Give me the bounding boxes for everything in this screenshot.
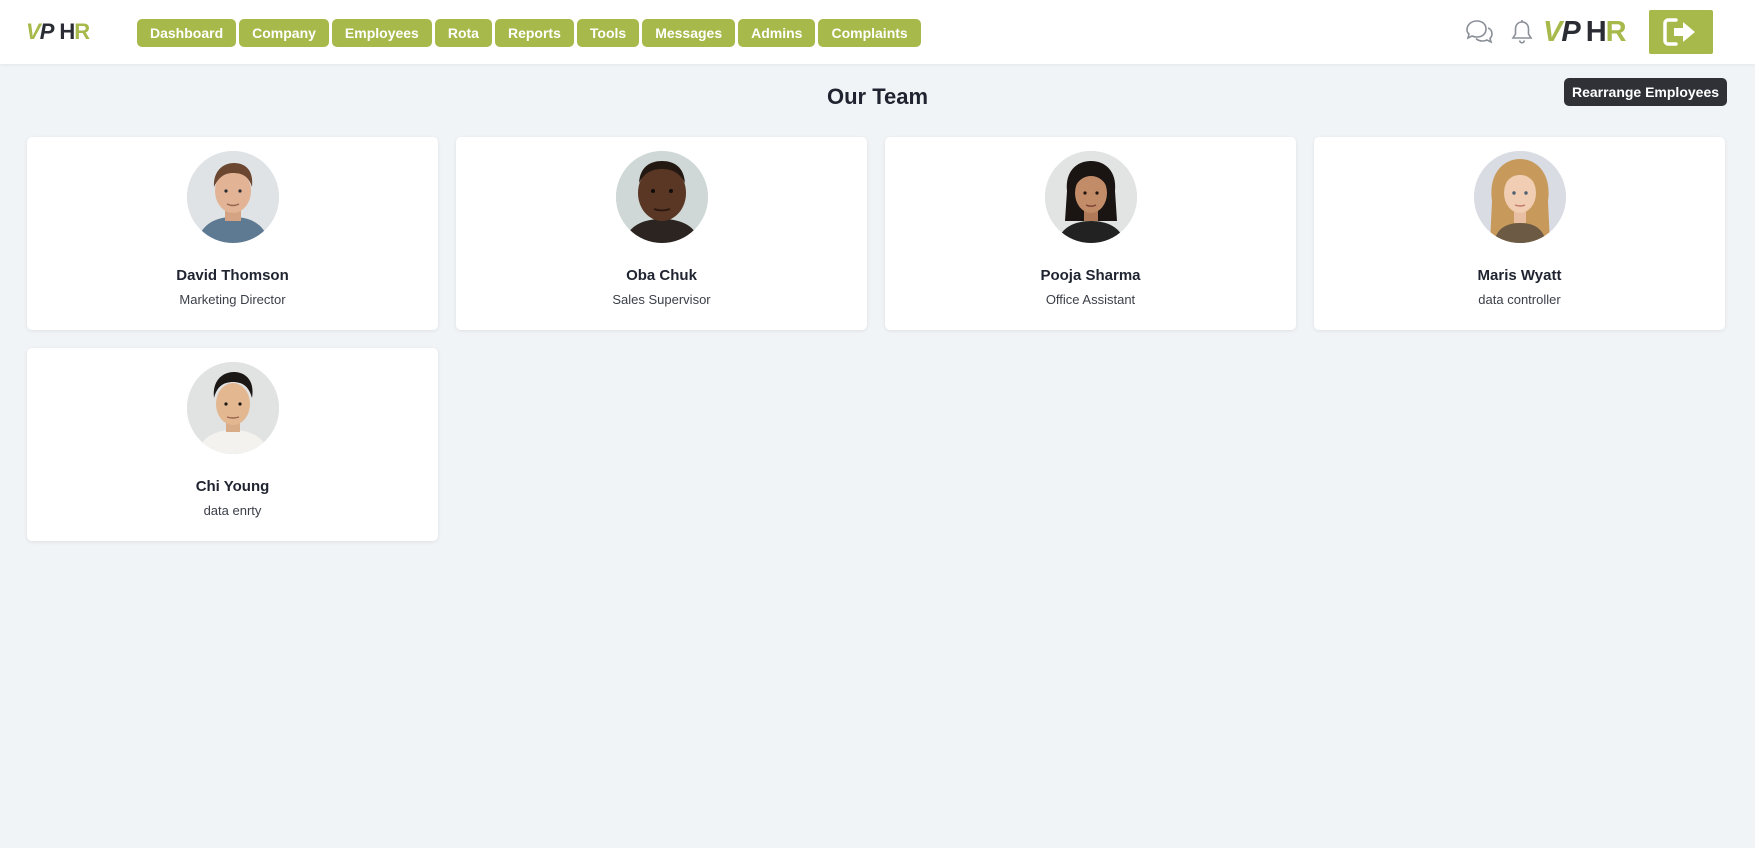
employee-card[interactable]: Oba Chuk Sales Supervisor bbox=[456, 137, 867, 330]
main-nav: Dashboard Company Employees Rota Reports… bbox=[137, 19, 921, 47]
bell-icon[interactable] bbox=[1506, 16, 1538, 48]
employee-role: data controller bbox=[1478, 292, 1561, 307]
employee-card[interactable]: David Thomson Marketing Director bbox=[27, 137, 438, 330]
employee-name: Oba Chuk bbox=[626, 267, 697, 284]
employee-card[interactable]: Pooja Sharma Office Assistant bbox=[885, 137, 1296, 330]
avatar bbox=[1473, 151, 1566, 243]
nav-complaints[interactable]: Complaints bbox=[818, 19, 921, 47]
nav-employees[interactable]: Employees bbox=[331, 19, 432, 47]
employee-name: David Thomson bbox=[176, 267, 289, 284]
page-title: Our Team bbox=[826, 84, 929, 109]
employee-role: Marketing Director bbox=[179, 292, 286, 307]
employee-role: Sales Supervisor bbox=[612, 292, 711, 307]
nav-dashboard[interactable]: Dashboard bbox=[137, 19, 237, 47]
brand-logo-right: VP HR bbox=[1543, 15, 1627, 48]
nav-reports[interactable]: Reports bbox=[494, 19, 574, 47]
employee-name: Pooja Sharma bbox=[1040, 267, 1141, 284]
avatar bbox=[615, 151, 708, 243]
nav-messages[interactable]: Messages bbox=[642, 19, 736, 47]
employee-role: Office Assistant bbox=[1045, 292, 1136, 307]
nav-admins[interactable]: Admins bbox=[738, 19, 816, 47]
employee-role: data enrty bbox=[203, 503, 262, 518]
employee-card[interactable]: Chi Young data enrty bbox=[27, 348, 438, 541]
nav-tools[interactable]: Tools bbox=[576, 19, 640, 47]
avatar bbox=[1044, 151, 1137, 243]
nav-company[interactable]: Company bbox=[239, 19, 329, 47]
employee-name: Chi Young bbox=[195, 478, 270, 495]
avatar bbox=[186, 362, 279, 454]
top-bar: VP HR Dashboard Company Employees Rota R… bbox=[0, 0, 1755, 64]
nav-rota[interactable]: Rota bbox=[434, 19, 492, 47]
team-grid: David Thomson Marketing Director Oba Chu… bbox=[27, 137, 1725, 541]
avatar bbox=[186, 151, 279, 243]
employee-card[interactable]: Maris Wyatt data controller bbox=[1314, 137, 1725, 330]
brand-logo[interactable]: VP HR bbox=[26, 18, 90, 46]
logout-icon bbox=[1663, 18, 1695, 46]
employee-name: Maris Wyatt bbox=[1477, 267, 1562, 284]
rearrange-employees-button[interactable]: Rearrange Employees bbox=[1564, 78, 1727, 106]
chat-bubbles-icon[interactable] bbox=[1463, 16, 1495, 48]
logout-button[interactable] bbox=[1649, 10, 1713, 54]
